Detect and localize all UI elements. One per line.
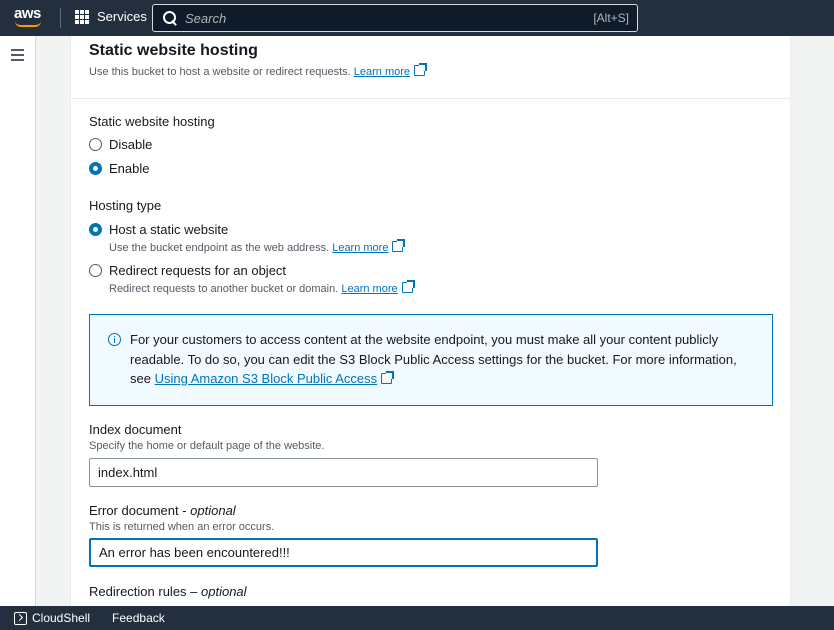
external-link-icon [392, 239, 406, 252]
hamburger-menu-icon[interactable] [11, 49, 24, 61]
radio-button[interactable] [89, 264, 102, 277]
search-shortcut: [Alt+S] [593, 11, 629, 25]
info-alert: For your customers to access content at … [89, 314, 773, 406]
side-rail [0, 36, 36, 606]
services-label: Services [97, 9, 147, 24]
cloudshell-icon[interactable] [14, 611, 27, 625]
grid-icon [75, 9, 89, 24]
learn-more-link[interactable]: Learn more [354, 66, 410, 78]
aws-smile-icon [15, 21, 41, 27]
feedback-button[interactable]: Feedback [112, 611, 165, 625]
main-content: Static website hosting Use this bucket t… [36, 36, 834, 606]
search-box[interactable]: [Alt+S] [152, 4, 638, 32]
external-link-icon [414, 63, 428, 76]
search-icon [163, 11, 177, 25]
info-icon [108, 333, 121, 346]
redirection-rules-label-text: Redirection rules – [89, 584, 201, 599]
external-link-icon [401, 280, 415, 293]
search-input[interactable] [185, 10, 594, 26]
radio-host-static-website[interactable]: Host a static website [89, 222, 228, 237]
panel-description-text: Use this bucket to host a website or red… [89, 66, 351, 78]
host-static-description: Use the bucket endpoint as the web addre… [109, 239, 406, 254]
host-static-learn-more-link[interactable]: Learn more [332, 242, 388, 254]
alert-text: For your customers to access content at … [130, 330, 750, 389]
radio-button-checked[interactable] [89, 162, 102, 175]
radio-disable-label: Disable [109, 137, 153, 152]
radio-redirect-requests[interactable]: Redirect requests for an object [89, 263, 286, 278]
optional-tag: optional [201, 584, 247, 599]
hosting-label: Static website hosting [89, 114, 215, 129]
index-document-input[interactable] [89, 458, 598, 487]
services-menu-button[interactable]: Services [75, 9, 147, 24]
index-document-desc: Specify the home or default page of the … [89, 440, 325, 452]
radio-disable[interactable]: Disable [89, 137, 152, 152]
radio-button-checked[interactable] [89, 223, 102, 236]
redirection-rules-label: Redirection rules – optional [89, 584, 247, 599]
redirect-learn-more-link[interactable]: Learn more [341, 283, 397, 295]
static-website-hosting-panel: Static website hosting Use this bucket t… [70, 36, 791, 606]
error-document-label-text: Error document - [89, 503, 191, 518]
radio-enable-label: Enable [109, 161, 150, 176]
panel-description: Use this bucket to host a website or red… [89, 63, 428, 78]
index-document-label: Index document [89, 422, 182, 437]
error-document-desc: This is returned when an error occurs. [89, 521, 275, 533]
top-navigation: aws Services [Alt+S] [0, 0, 834, 36]
host-static-desc-text: Use the bucket endpoint as the web addre… [109, 242, 330, 254]
error-document-input[interactable] [89, 538, 598, 567]
radio-enable[interactable]: Enable [89, 161, 149, 176]
radio-redirect-label: Redirect requests for an object [109, 263, 287, 278]
bottom-bar: CloudShell Feedback [0, 606, 834, 630]
hosting-type-label: Hosting type [89, 198, 162, 213]
aws-logo[interactable]: aws [14, 6, 44, 30]
panel-header: Static website hosting Use this bucket t… [71, 36, 790, 99]
redirect-desc-text: Redirect requests to another bucket or d… [109, 283, 339, 295]
external-link-icon [381, 371, 395, 384]
radio-host-static-label: Host a static website [109, 222, 229, 237]
nav-divider [60, 8, 61, 28]
radio-button[interactable] [89, 138, 102, 151]
redirect-description: Redirect requests to another bucket or d… [109, 280, 415, 295]
aws-logo-text: aws [14, 5, 41, 22]
cloudshell-button[interactable]: CloudShell [32, 611, 90, 625]
optional-tag: optional [190, 503, 236, 518]
panel-title: Static website hosting [89, 42, 258, 59]
error-document-label: Error document - optional [89, 503, 236, 518]
block-public-access-link[interactable]: Using Amazon S3 Block Public Access [155, 371, 378, 386]
